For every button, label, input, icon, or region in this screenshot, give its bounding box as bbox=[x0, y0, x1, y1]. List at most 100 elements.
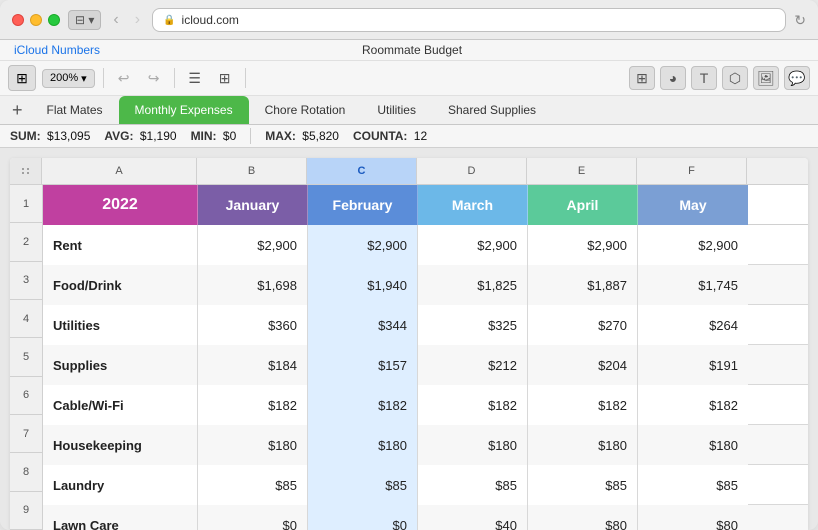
tab-monthly-expenses[interactable]: Monthly Expenses bbox=[119, 96, 249, 124]
cell-C4[interactable]: $344 bbox=[308, 305, 418, 345]
comment-icon[interactable]: 💬 bbox=[784, 66, 810, 90]
image-icon[interactable]: 🖼 bbox=[753, 66, 779, 90]
maximize-button[interactable] bbox=[48, 14, 60, 26]
row-header-5[interactable]: 5 bbox=[10, 338, 42, 376]
cell-D8[interactable]: $85 bbox=[418, 465, 528, 505]
cell-E5[interactable]: $204 bbox=[528, 345, 638, 385]
cell-F2[interactable]: $2,900 bbox=[638, 225, 748, 265]
row-header-7[interactable]: 7 bbox=[10, 415, 42, 453]
cell-C7[interactable]: $180 bbox=[308, 425, 418, 465]
cell-C3[interactable]: $1,940 bbox=[308, 265, 418, 305]
minimize-button[interactable] bbox=[30, 14, 42, 26]
cell-E9[interactable]: $80 bbox=[528, 505, 638, 530]
cell-F4[interactable]: $264 bbox=[638, 305, 748, 345]
refresh-button[interactable]: ↻ bbox=[794, 12, 806, 29]
tab-flat-mates[interactable]: Flat Mates bbox=[31, 96, 119, 124]
cell-A4[interactable]: Utilities bbox=[43, 305, 198, 345]
cell-E8[interactable]: $85 bbox=[528, 465, 638, 505]
cell-B9[interactable]: $0 bbox=[198, 505, 308, 530]
nav-back-button[interactable]: ‹ bbox=[109, 11, 122, 29]
col-header-E[interactable]: E bbox=[527, 158, 637, 184]
col-header-D[interactable]: D bbox=[417, 158, 527, 184]
text-icon[interactable]: T bbox=[691, 66, 717, 90]
table-icon[interactable]: ⊞ bbox=[629, 66, 655, 90]
cell-D2[interactable]: $2,900 bbox=[418, 225, 528, 265]
cell-B6[interactable]: $182 bbox=[198, 385, 308, 425]
cell-D6[interactable]: $182 bbox=[418, 385, 528, 425]
cell-D4[interactable]: $325 bbox=[418, 305, 528, 345]
table-format-button[interactable]: ⊞ bbox=[213, 66, 237, 90]
cell-B1[interactable]: January bbox=[198, 185, 308, 225]
cell-F7[interactable]: $180 bbox=[638, 425, 748, 465]
redo-button[interactable]: ↪ bbox=[142, 66, 166, 90]
cell-B4[interactable]: $360 bbox=[198, 305, 308, 345]
cell-F5[interactable]: $191 bbox=[638, 345, 748, 385]
add-sheet-button[interactable]: + bbox=[4, 97, 31, 123]
max-label: MAX: bbox=[265, 129, 296, 143]
cell-A6[interactable]: Cable/Wi-Fi bbox=[43, 385, 198, 425]
cell-F6[interactable]: $182 bbox=[638, 385, 748, 425]
cell-F3[interactable]: $1,745 bbox=[638, 265, 748, 305]
cell-A7[interactable]: Housekeeping bbox=[43, 425, 198, 465]
drag-handle-icon bbox=[22, 168, 30, 174]
close-button[interactable] bbox=[12, 14, 24, 26]
add-table-button[interactable]: ⊞ bbox=[8, 65, 36, 91]
cell-C6[interactable]: $182 bbox=[308, 385, 418, 425]
row-header-6[interactable]: 6 bbox=[10, 377, 42, 415]
cell-A1[interactable]: 2022 bbox=[43, 185, 198, 225]
cell-E1[interactable]: April bbox=[528, 185, 638, 225]
cell-A3[interactable]: Food/Drink bbox=[43, 265, 198, 305]
cell-F8[interactable]: $85 bbox=[638, 465, 748, 505]
col-header-F[interactable]: F bbox=[637, 158, 747, 184]
cell-A9[interactable]: Lawn Care bbox=[43, 505, 198, 530]
cell-A5[interactable]: Supplies bbox=[43, 345, 198, 385]
tab-chore-rotation[interactable]: Chore Rotation bbox=[249, 96, 362, 124]
cell-D3[interactable]: $1,825 bbox=[418, 265, 528, 305]
tab-shared-supplies[interactable]: Shared Supplies bbox=[432, 96, 552, 124]
cell-E2[interactable]: $2,900 bbox=[528, 225, 638, 265]
cell-B2[interactable]: $2,900 bbox=[198, 225, 308, 265]
cell-F1[interactable]: May bbox=[638, 185, 748, 225]
cell-D1[interactable]: March bbox=[418, 185, 528, 225]
col-header-row: A B C D E F bbox=[10, 158, 808, 185]
cell-C9[interactable]: $0 bbox=[308, 505, 418, 530]
row-header-3[interactable]: 3 bbox=[10, 262, 42, 300]
cell-B3[interactable]: $1,698 bbox=[198, 265, 308, 305]
col-header-C[interactable]: C bbox=[307, 158, 417, 184]
cell-A2[interactable]: Rent bbox=[43, 225, 198, 265]
shape-icon[interactable]: ⬡ bbox=[722, 66, 748, 90]
row-header-1[interactable]: 1 bbox=[10, 185, 42, 223]
cell-E4[interactable]: $270 bbox=[528, 305, 638, 345]
nav-forward-button[interactable]: › bbox=[131, 11, 144, 29]
tab-utilities[interactable]: Utilities bbox=[361, 96, 432, 124]
col-header-A[interactable]: A bbox=[42, 158, 197, 184]
cell-B8[interactable]: $85 bbox=[198, 465, 308, 505]
col-header-B[interactable]: B bbox=[197, 158, 307, 184]
table-row: Utilities $360 $344 $325 $270 $264 bbox=[43, 305, 808, 345]
cell-E7[interactable]: $180 bbox=[528, 425, 638, 465]
undo-button[interactable]: ↩ bbox=[112, 66, 136, 90]
row-header-8[interactable]: 8 bbox=[10, 453, 42, 491]
zoom-control[interactable]: 200% ▾ bbox=[42, 69, 95, 88]
cell-C8[interactable]: $85 bbox=[308, 465, 418, 505]
row-header-2[interactable]: 2 bbox=[10, 223, 42, 261]
sidebar-toggle-button[interactable]: ⊟ ▾ bbox=[68, 10, 101, 30]
chart-icon[interactable]: ◕ bbox=[660, 66, 686, 90]
spreadsheet-inner: A B C D E F 1 2 3 4 5 6 7 8 9 bbox=[10, 158, 808, 530]
row-header-4[interactable]: 4 bbox=[10, 300, 42, 338]
cell-C1[interactable]: February bbox=[308, 185, 418, 225]
address-bar[interactable]: 🔒 icloud.com bbox=[152, 8, 786, 32]
cell-B5[interactable]: $184 bbox=[198, 345, 308, 385]
cell-F9[interactable]: $80 bbox=[638, 505, 748, 530]
cell-E3[interactable]: $1,887 bbox=[528, 265, 638, 305]
cell-D7[interactable]: $180 bbox=[418, 425, 528, 465]
cell-D5[interactable]: $212 bbox=[418, 345, 528, 385]
cell-D9[interactable]: $40 bbox=[418, 505, 528, 530]
row-header-9[interactable]: 9 bbox=[10, 492, 42, 530]
cell-C5[interactable]: $157 bbox=[308, 345, 418, 385]
list-format-button[interactable]: ☰ bbox=[183, 66, 207, 90]
cell-B7[interactable]: $180 bbox=[198, 425, 308, 465]
cell-E6[interactable]: $182 bbox=[528, 385, 638, 425]
cell-A8[interactable]: Laundry bbox=[43, 465, 198, 505]
cell-C2[interactable]: $2,900 bbox=[308, 225, 418, 265]
